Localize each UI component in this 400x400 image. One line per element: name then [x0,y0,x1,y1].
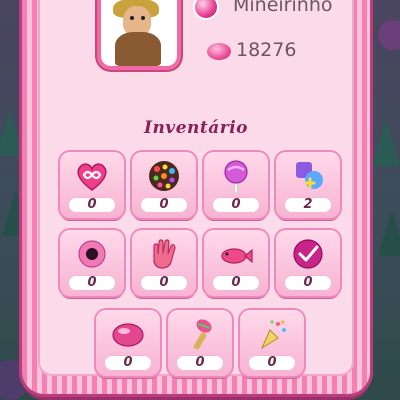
inventory-slot-heart[interactable]: 0 [60,152,124,218]
party-popper-icon [260,320,286,350]
inventory-slot-sweet-fish[interactable]: 0 [204,230,268,296]
inventory-slot-party-popper[interactable]: 0 [240,310,304,376]
inventory-title: Inventário [144,118,248,138]
item-count: 0 [140,197,188,213]
sweet-fish-icon [221,248,253,264]
item-count: 0 [176,355,224,371]
heart-infinity-icon [77,163,107,191]
avatar-body [115,32,161,66]
checkmark-candy-icon [293,239,323,269]
item-count: 2 [284,197,332,213]
gold-bar-icon [207,43,231,60]
avatar-eye [141,16,145,20]
inventory-slot-color-bomb[interactable]: 0 [132,152,196,218]
inventory-slot-lollipop[interactable]: 0 [204,152,268,218]
pink-candy-icon [112,323,144,347]
item-count: 0 [248,355,296,371]
item-count: 0 [140,275,188,291]
inventory-slot-jelly-fish[interactable]: 0 [60,230,124,296]
gold-amount: 18276 [236,39,297,61]
inventory-slot-striped-brush[interactable]: 0 [168,310,232,376]
avatar-eye [130,16,134,20]
item-count: 0 [212,197,260,213]
user-name: Mineirinho [233,0,333,16]
free-hand-icon [153,239,176,269]
striped-brush-icon [193,319,212,350]
avatar[interactable] [101,0,177,66]
color-bomb-icon [149,161,179,191]
item-count: 0 [68,197,116,213]
jelly-fish-icon [78,240,106,268]
item-count: 0 [104,355,152,371]
item-count: 0 [68,275,116,291]
lollipop-hammer-icon [224,160,248,194]
switch-booster-icon [296,162,323,189]
tree-decoration [372,120,400,166]
inventory-slot-pink-candy[interactable]: 0 [96,310,160,376]
inventory-slot-free-hand[interactable]: 0 [132,230,196,296]
item-count: 0 [212,275,260,291]
tree-decoration [0,110,24,156]
item-count: 0 [284,275,332,291]
tree-decoration [378,210,400,256]
inventory-slot-checkmark[interactable]: 0 [276,230,340,296]
inventory-slot-switch[interactable]: 2 [276,152,340,218]
candy-decoration [378,20,400,50]
